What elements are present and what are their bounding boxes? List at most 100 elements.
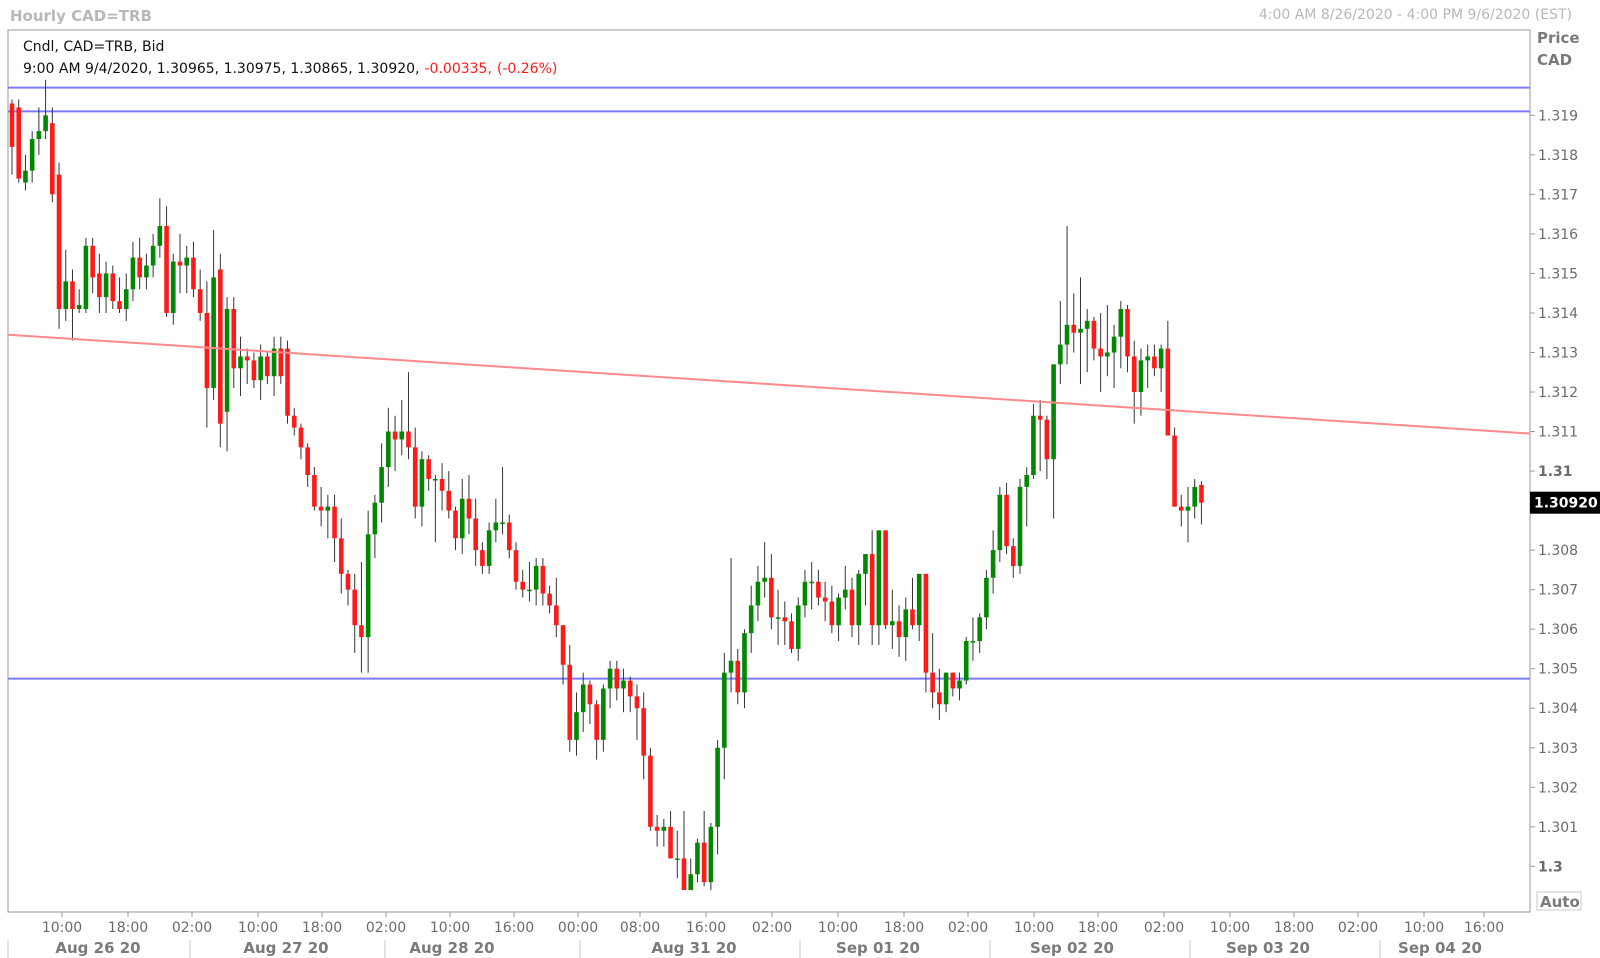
time-tick-label: 00:00 xyxy=(558,920,598,936)
date-label: Aug 28 20 xyxy=(409,939,494,957)
price-tick-label: 1.305 xyxy=(1538,662,1578,678)
time-tick-label: 10:00 xyxy=(430,920,470,936)
candle-down xyxy=(560,625,566,665)
candle-up xyxy=(238,356,243,369)
candle-up xyxy=(802,581,808,606)
candle-up xyxy=(903,609,909,638)
price-tick-label: 1.31 xyxy=(1538,464,1573,480)
price-tick-label: 1.307 xyxy=(1538,583,1578,599)
candle-up xyxy=(486,530,492,566)
candle-down xyxy=(554,605,559,626)
candle-down xyxy=(614,668,620,689)
candle-up xyxy=(459,498,465,539)
time-tick-label: 02:00 xyxy=(752,920,792,936)
candle-down xyxy=(352,589,358,626)
time-tick-label: 18:00 xyxy=(1274,920,1314,936)
price-tick-label: 1.319 xyxy=(1538,108,1578,124)
time-tick-label: 16:00 xyxy=(494,920,534,936)
candle-down xyxy=(453,510,458,539)
candle-down xyxy=(305,447,310,476)
candle-down xyxy=(90,245,95,278)
time-tick-label: 02:00 xyxy=(366,920,406,936)
candle-down xyxy=(50,123,55,195)
price-tick-label: 1.306 xyxy=(1538,622,1578,638)
candle-up xyxy=(863,554,868,574)
candle-up xyxy=(372,502,378,535)
candle-down xyxy=(506,522,512,551)
candle-up xyxy=(184,257,190,266)
candle-down xyxy=(1172,435,1177,507)
candle-up xyxy=(1058,344,1063,365)
date-label: Sep 04 20 xyxy=(1398,939,1482,957)
candle-up xyxy=(500,522,505,524)
candle-up xyxy=(674,858,680,860)
candle-down xyxy=(513,550,519,582)
candle-up xyxy=(762,577,767,582)
date-label: Sep 01 20 xyxy=(836,939,920,957)
time-tick-label: 10:00 xyxy=(818,920,858,936)
candle-down xyxy=(1199,484,1204,503)
candle-up xyxy=(1118,309,1124,337)
candle-up xyxy=(621,680,626,689)
candle-up xyxy=(123,289,129,310)
date-label: Aug 31 20 xyxy=(651,939,736,957)
candle-down xyxy=(923,573,929,673)
candle-down xyxy=(896,621,902,638)
candle-up xyxy=(775,617,781,619)
candle-down xyxy=(735,660,741,693)
price-tick-label: 1.313 xyxy=(1538,345,1578,361)
candle-up xyxy=(23,170,28,183)
price-tick-label: 1.312 xyxy=(1538,385,1578,401)
candle-down xyxy=(627,680,633,697)
candle-down xyxy=(520,581,526,590)
candle-up xyxy=(1017,486,1023,566)
price-tick-label: 1.311 xyxy=(1538,425,1578,441)
candle-up xyxy=(742,633,747,693)
legend-series-label: Cndl, CAD=TRB, Bid xyxy=(23,39,164,55)
candle-up xyxy=(527,589,532,592)
candle-up xyxy=(890,621,895,626)
candle-down xyxy=(466,498,472,519)
candle-up xyxy=(722,672,727,748)
price-tick-label: 1.317 xyxy=(1538,187,1578,203)
price-chart[interactable]: Price CAD 1.3 1.301 1.302 1.303 1.304 1.305 1.… xyxy=(0,0,1600,958)
candle-up xyxy=(43,115,48,132)
candle-up xyxy=(1084,320,1090,329)
price-tick-label: 1.302 xyxy=(1538,780,1578,796)
candle-up xyxy=(1111,336,1117,353)
candle-down xyxy=(110,273,116,302)
candle-down xyxy=(1165,348,1171,436)
candle-down xyxy=(769,577,774,618)
price-tick-label: 1.3 xyxy=(1538,859,1563,875)
candle-down xyxy=(1071,324,1077,333)
candle-up xyxy=(365,534,371,638)
time-tick-label: 16:00 xyxy=(1464,920,1504,936)
candle-down xyxy=(567,664,573,740)
candle-up xyxy=(224,309,230,412)
price-tick-label: 1.301 xyxy=(1538,820,1578,836)
candle-up xyxy=(601,688,606,740)
candle-down xyxy=(191,257,196,290)
candle-down xyxy=(930,672,935,693)
price-tick-label: 1.318 xyxy=(1538,148,1578,164)
legend-change: -0.00335, xyxy=(425,61,492,77)
candle-down xyxy=(641,708,646,756)
candle-down xyxy=(9,103,15,147)
candle-down xyxy=(950,672,956,689)
price-tick-label: 1.316 xyxy=(1538,227,1578,243)
candle-up xyxy=(842,589,848,598)
candle-down xyxy=(869,554,875,626)
candle-up xyxy=(36,131,42,140)
candle-up xyxy=(144,265,149,278)
candle-up xyxy=(433,478,438,481)
candle-up xyxy=(688,874,694,891)
trendline-group[interactable] xyxy=(7,333,1531,435)
candle-up xyxy=(943,672,949,705)
candle-up xyxy=(607,668,613,689)
date-label: Aug 27 20 xyxy=(243,939,328,957)
candle-up xyxy=(997,494,1003,551)
candle-up xyxy=(386,431,391,468)
candle-up xyxy=(1192,486,1198,507)
candle-up xyxy=(211,277,216,389)
time-tick-label: 16:00 xyxy=(686,920,726,936)
